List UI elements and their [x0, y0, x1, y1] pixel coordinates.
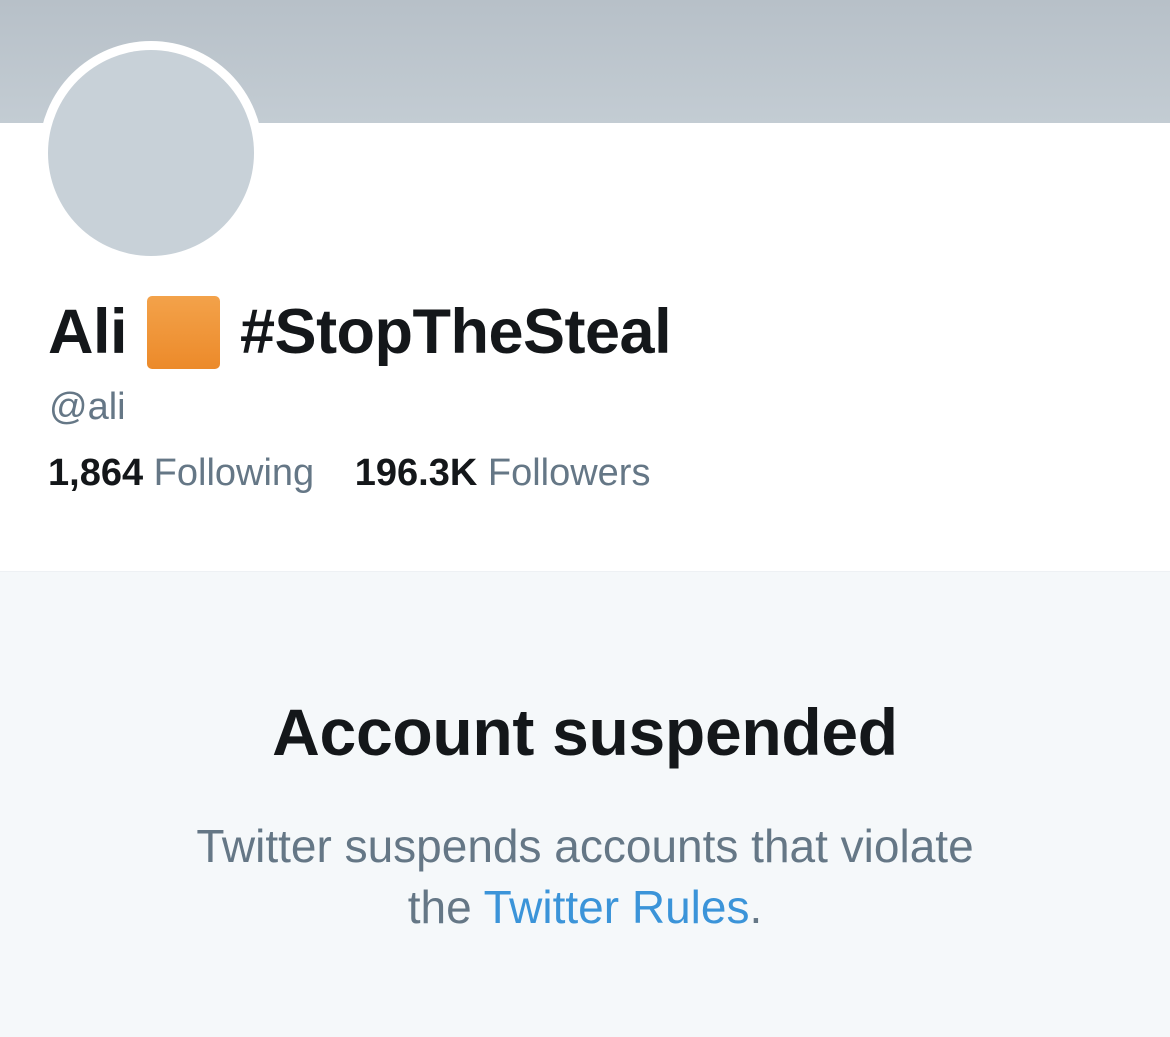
- suspension-message: Twitter suspends accounts that violate t…: [85, 816, 1085, 938]
- suspension-message-line1: Twitter suspends accounts that violate: [196, 820, 974, 872]
- following-label: Following: [153, 452, 315, 494]
- display-name-hashtag: #StopTheSteal: [240, 297, 672, 367]
- followers-link[interactable]: 196.3K Followers: [355, 452, 651, 495]
- orange-square-icon: [147, 295, 221, 369]
- suspension-panel: Account suspended Twitter suspends accou…: [0, 571, 1170, 1037]
- profile-name-row: Ali #StopTheSteal: [48, 292, 672, 372]
- followers-label: Followers: [487, 452, 651, 494]
- suspension-message-the: the: [407, 881, 472, 933]
- following-link[interactable]: 1,864 Following: [48, 452, 314, 495]
- twitter-rules-link[interactable]: Twitter Rules: [484, 881, 750, 933]
- profile-handle: @ali: [49, 386, 126, 428]
- profile-stats: 1,864 Following 196.3K Followers: [48, 452, 650, 495]
- followers-count: 196.3K: [354, 452, 478, 494]
- profile-page: Ali #StopTheSteal @ali 1,864 Following 1…: [0, 0, 1170, 1037]
- suspension-title: Account suspended: [272, 695, 898, 769]
- suspension-message-period: .: [749, 881, 763, 933]
- avatar[interactable]: [48, 50, 254, 256]
- display-name: Ali: [48, 297, 128, 367]
- following-count: 1,864: [48, 452, 144, 494]
